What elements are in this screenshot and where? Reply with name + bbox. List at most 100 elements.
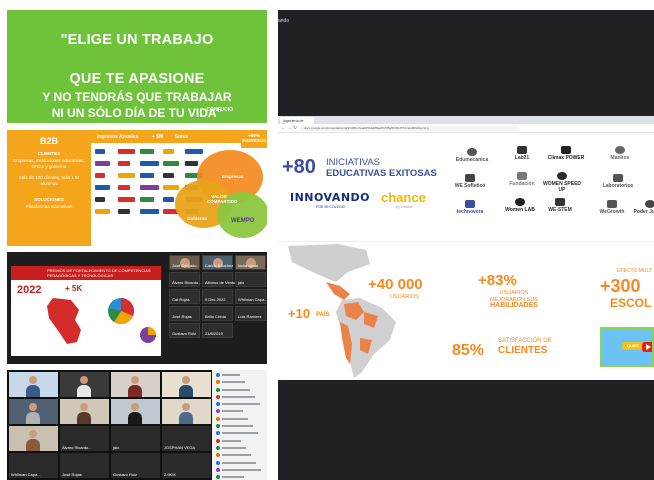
participant-list-name [222,388,250,391]
participant-list-avatar [216,475,220,480]
b2b-revenue-label: Ingresos Anuales [97,134,139,140]
participant-name: Whilman Capa... [11,472,41,477]
participant-tile[interactable]: José Delgado [169,255,200,270]
url-input[interactable]: docs.google.com/presentation/d/1Vr3IKmSo… [300,126,520,131]
participant-list-row[interactable] [215,438,267,444]
participant-name: Álvaro Ricardo... [172,280,202,285]
initiatives-line-2: EDUCATIVAS EXITOSAS [326,168,437,179]
participant-list-row[interactable] [215,474,267,480]
partner-logo: technovera [448,200,492,215]
participant-list-avatar [216,387,220,392]
participant-name: Brillo Cerda [205,314,226,319]
participant-list-row[interactable] [215,394,267,400]
participant-list-row[interactable] [215,460,267,466]
video-thumbnail[interactable]: QUIET [600,327,654,367]
client-logo [117,173,135,178]
b2b-sidebar: B2B CLIENTES Empresas, instituciones edu… [7,130,91,246]
browser-tab[interactable]: Ingeniería de Tapper [280,117,314,127]
video-tile[interactable] [162,372,211,397]
video-tile[interactable] [60,372,109,397]
video-tile[interactable]: Álvaro Ricardo... [60,426,109,451]
video-tile[interactable]: Whilman Capa... [9,453,58,478]
participant-list-row[interactable] [215,467,267,473]
video-tile[interactable]: 2.9KM [162,453,211,478]
participant-list-row[interactable] [215,445,267,451]
video-tile[interactable]: José Rojas [60,453,109,478]
participant-name: Álvaro Ricardo... [62,445,92,450]
participant-tile[interactable]: Whilman Capa... [235,289,267,304]
video-badge: QUIET [622,342,644,350]
participant-list-row[interactable] [215,401,267,407]
participant-list-row[interactable] [215,379,267,385]
participant-name: Alfonso de Ventura [205,280,239,285]
participant-tile[interactable]: José Rojas [169,306,200,321]
participant-name: Cat Rojas [172,297,190,302]
browser-tab-bar: Ingeniería de Tapper [278,116,654,127]
video-tile[interactable]: JOSPHAN VEGA [162,426,211,451]
client-logo [162,197,174,202]
client-logo [117,149,135,154]
back-icon[interactable]: ← [281,125,286,131]
participant-tile[interactable]: Gustavo Ruiz [169,323,200,338]
partner-logo: Laboratorios [596,174,640,189]
chat-participant-list[interactable] [215,372,267,480]
participant-tile[interactable]: Alfonso de Ventura [202,272,239,287]
partner-logo-mark [561,146,571,154]
participant-list-row[interactable] [215,423,267,429]
participant-list-row[interactable] [215,408,267,414]
participant-name: 9 Dec 2022 [205,297,226,302]
participant-name: jaio [113,445,120,450]
video-tile[interactable] [111,372,160,397]
client-logo [95,185,110,190]
client-logo [117,185,130,190]
video-tile[interactable] [111,399,160,424]
partner-logo-name: Lab21 [514,155,530,161]
partner-logo-name: WE-STEM [548,207,572,213]
video-call-window-top: PREMIOS DE FORTALECIMIENTO DE COMPETENCI… [7,252,267,364]
forward-icon[interactable]: → [287,125,292,131]
initiatives-line-1: INICIATIVAS [326,157,381,168]
participant-tile[interactable]: jaio [235,272,266,287]
video-tile[interactable] [162,399,211,424]
video-tile[interactable] [9,372,58,397]
video-tile[interactable] [9,426,58,451]
participant-list-avatar [216,424,220,429]
participant-name: José Rojas [172,314,192,319]
video-tile[interactable] [9,399,58,424]
small-pie-chart [140,327,156,343]
participant-list-row[interactable] [215,430,267,436]
participant-tile[interactable]: Luis Ramírez [235,306,266,321]
participant-tile[interactable]: Cat Rojas [169,289,200,304]
participant-list-row[interactable] [215,372,267,378]
client-logo [95,161,110,166]
pie-chart [108,298,134,325]
satisfaction-label: SATISFACCIÓN DE CLIENTES [498,338,552,356]
video-tile[interactable] [60,399,109,424]
participant-tile[interactable]: Álvaro Ricardo... [169,272,202,287]
partner-logo-mark [615,146,625,154]
partner-logo-name: Women LAB [505,207,535,213]
participant-list-row[interactable] [215,387,267,393]
participant-tile[interactable]: 9 Dec 2022 [202,289,233,304]
client-logo [117,209,130,214]
play-icon[interactable] [642,342,652,352]
participant-tile[interactable]: Brillo Cerda [202,306,233,321]
participant-tile[interactable]: 21/8/2019 [202,323,233,338]
dark-window-bottom [278,380,654,480]
initiatives-label: INICIATIVAS EDUCATIVAS EXITOSAS [326,157,437,179]
partner-logo: WE Sofisticó [448,174,492,189]
reload-icon[interactable]: ↻ [293,125,297,131]
participant-list-avatar [216,431,220,436]
participant-tile[interactable]: lucila ojeda [235,255,266,270]
participant-list-row[interactable] [215,452,267,458]
participant-tile[interactable]: Carlos Sánchez [202,255,233,270]
satisfaction-line-2: CLIENTES [498,344,548,356]
participant-video [26,430,40,451]
b2b-title: B2B [39,136,58,146]
video-tile[interactable]: Gustavo Ruiz [111,453,160,478]
video-tile[interactable]: jaio [111,426,160,451]
b2b-revenue-unit: Soles [174,134,188,140]
partner-logo: Lab21 [500,146,544,161]
participant-video [77,376,91,397]
participant-list-row[interactable] [215,416,267,422]
